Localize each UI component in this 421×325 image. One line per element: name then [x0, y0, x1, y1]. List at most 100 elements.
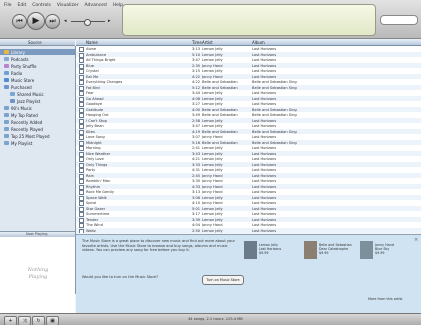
track-album: Lost Horizons — [252, 157, 277, 161]
menu-visualizer[interactable]: Visualizer — [57, 3, 79, 9]
repeat-button[interactable]: ↻ — [32, 316, 45, 325]
playlist-icon — [4, 57, 9, 61]
album-art[interactable] — [244, 241, 257, 259]
album-art[interactable] — [360, 241, 373, 259]
album-info: Belle and Sebastian Dear Catastrophe $9.99 — [319, 243, 352, 255]
sidebar-item[interactable]: Recently Played — [0, 126, 75, 132]
track-time: 4:31 — [192, 168, 201, 172]
track-time: 4:04 — [192, 223, 201, 227]
volume-knob[interactable] — [84, 19, 91, 26]
menu-controls[interactable]: Controls — [32, 3, 51, 9]
sidebar-item[interactable]: Shared Music — [0, 91, 75, 97]
previous-button[interactable]: ⏮ — [12, 14, 27, 29]
track-name: The Wind — [86, 223, 103, 227]
track-artist: Lemon Jelly — [202, 47, 223, 51]
track-album: Lost Horizons — [252, 135, 277, 139]
track-album: Belle and Sebastian Sing — [252, 129, 297, 134]
track-album: Lost Horizons — [252, 69, 277, 73]
menu-advanced[interactable]: Advanced — [85, 3, 107, 9]
track-name: Gratitude — [86, 107, 104, 112]
nothing-playing-text: Nothing Playing — [27, 267, 49, 280]
playlist-icon — [4, 141, 9, 145]
album-price[interactable]: $9.99 — [259, 251, 281, 255]
sidebar-item-label: Podcasts — [11, 57, 29, 62]
track-name: All Things Bright — [86, 58, 116, 62]
track-artist: Jonny Hand — [202, 179, 223, 183]
track-album: Lost Horizons — [252, 223, 277, 227]
column-name[interactable]: Name — [86, 40, 98, 45]
sidebar-item[interactable]: Top 25 Most Played — [0, 133, 75, 139]
track-album: Lost Horizons — [252, 173, 277, 178]
sidebar-item[interactable]: Recently Added — [0, 119, 75, 125]
sidebar-item[interactable]: Library — [0, 49, 75, 55]
track-artist: Belle and Sebastian — [202, 107, 238, 112]
close-icon[interactable]: × — [414, 237, 418, 243]
column-album[interactable]: Album — [252, 40, 265, 45]
menu-edit[interactable]: Edit — [18, 3, 27, 9]
sidebar-item[interactable]: Podcasts — [0, 56, 75, 62]
volume-slider[interactable]: ◂ ▸ — [64, 18, 114, 26]
track-album: Lost Horizons — [252, 151, 277, 156]
track-name: Crystal — [86, 69, 99, 73]
more-from-artist-link[interactable]: More from this artist — [368, 297, 403, 301]
track-time: 3:07 — [192, 135, 201, 139]
menu-file[interactable]: File — [4, 3, 12, 9]
column-header: Name Time Artist Album — [76, 39, 421, 46]
track-time: 3:43 — [192, 151, 201, 156]
track-time: 3:47 — [192, 58, 201, 62]
table-row[interactable]: Waltz 2:50 Lemon Jelly Lost Horizons — [76, 227, 421, 233]
sidebar-item-label: Top 25 Most Played — [11, 134, 50, 139]
track-time: 3:27 — [192, 102, 201, 106]
artwork-toggle-button[interactable]: ▣ — [46, 316, 59, 325]
track-artist: Lemon Jelly — [202, 151, 223, 156]
track-time: 3:47 — [192, 124, 201, 128]
sidebar-item-label: 90's Music — [11, 106, 32, 111]
sidebar-item[interactable]: Jazz Playlist — [0, 98, 75, 104]
column-time[interactable]: Time — [192, 40, 202, 45]
album-art[interactable] — [304, 241, 317, 259]
column-artist[interactable]: Artist — [202, 40, 213, 45]
track-artist: Lemon Jelly — [202, 102, 223, 106]
sidebar-item[interactable]: My Playlist — [0, 140, 75, 146]
sidebar-item[interactable]: My Top Rated — [0, 112, 75, 118]
track-time: 2:41 — [192, 146, 201, 150]
track-name: Star Gazer — [86, 206, 106, 211]
track-time: 3:13 — [192, 47, 201, 51]
sidebar-item[interactable]: Purchased — [0, 84, 75, 90]
sidebar-item[interactable]: Radio — [0, 70, 75, 76]
album-price[interactable]: $9.99 — [319, 251, 352, 255]
track-artist: Lemon Jelly — [202, 58, 223, 62]
track-artist: Lemon Jelly — [202, 91, 223, 95]
album-info: Lemon Jelly Lost Horizons $9.99 — [259, 243, 281, 255]
playlist-icon — [4, 85, 9, 89]
track-artist: Belle and Sebastian — [202, 85, 238, 90]
album-price[interactable]: $9.99 — [375, 251, 394, 255]
turn-on-store-button[interactable]: Turn on Music Store — [202, 275, 244, 285]
next-button[interactable]: ⏭ — [45, 14, 60, 29]
sidebar-item[interactable]: Music Store — [0, 77, 75, 83]
track-time: 4:19 — [192, 129, 201, 134]
search-input[interactable] — [380, 15, 418, 25]
track-name: Ambulance — [86, 52, 107, 57]
track-artist: Jonny Hand — [202, 63, 223, 68]
sidebar-item-label: Shared Music — [17, 92, 44, 97]
track-time: 4:10 — [192, 201, 201, 205]
track-time: 4:08 — [192, 96, 201, 101]
track-name: Eat Me — [86, 74, 99, 79]
track-artist: Lemon Jelly — [202, 212, 223, 216]
status-display — [122, 4, 376, 36]
menu-bar: File Edit Controls Visualizer Advanced H… — [4, 3, 123, 9]
sidebar-item-label: Recently Added — [11, 120, 43, 125]
sidebar-item[interactable]: Party Shuffle — [0, 63, 75, 69]
shuffle-button[interactable]: ⤨ — [18, 316, 31, 325]
track-album: Lost Horizons — [252, 58, 277, 62]
volume-low-icon: ◂ — [64, 18, 67, 24]
track-artist: Belle and Sebastian — [202, 129, 238, 134]
itunes-window: File Edit Controls Visualizer Advanced H… — [0, 0, 421, 325]
play-button[interactable]: ▶ — [27, 12, 45, 30]
track-checkbox[interactable] — [79, 228, 84, 233]
add-playlist-button[interactable]: + — [4, 316, 17, 325]
track-artist: Lemon Jelly — [202, 52, 223, 57]
track-album: Lost Horizons — [252, 168, 277, 172]
sidebar-item[interactable]: 90's Music — [0, 105, 75, 111]
